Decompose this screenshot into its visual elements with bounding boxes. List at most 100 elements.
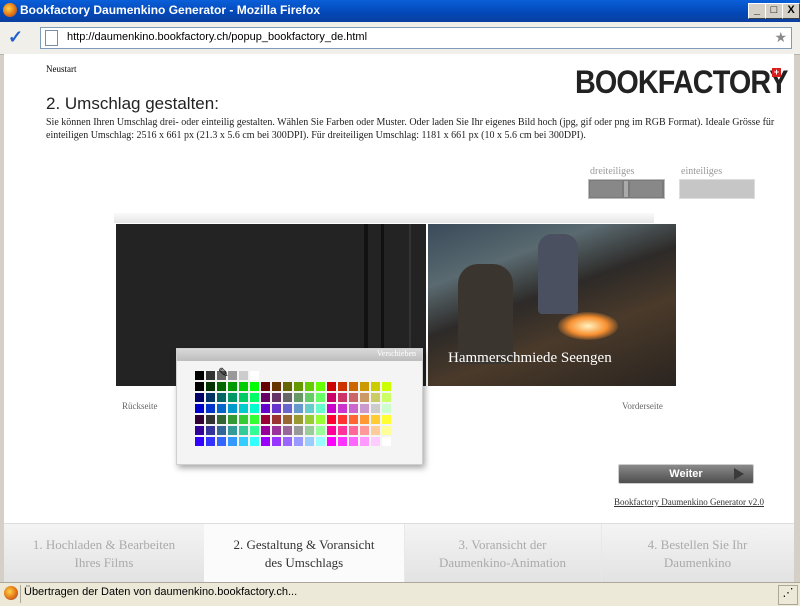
- step-tab-2[interactable]: 2. Gestaltung & Voransicht des Umschlags: [204, 524, 404, 582]
- color-swatch[interactable]: [195, 415, 204, 424]
- color-swatch[interactable]: [316, 426, 325, 435]
- color-swatch[interactable]: [349, 437, 358, 446]
- color-swatch[interactable]: [283, 382, 292, 391]
- color-swatch[interactable]: [382, 415, 391, 424]
- color-swatch[interactable]: [338, 426, 347, 435]
- resize-grip-icon[interactable]: ⋰: [778, 585, 798, 605]
- color-swatch[interactable]: [327, 404, 336, 413]
- color-swatch[interactable]: [228, 382, 237, 391]
- url-field[interactable]: http://daumenkino.bookfactory.ch/popup_b…: [40, 27, 792, 49]
- color-swatch[interactable]: [349, 404, 358, 413]
- color-swatch[interactable]: [349, 382, 358, 391]
- color-swatch[interactable]: [272, 382, 281, 391]
- color-swatch[interactable]: [206, 404, 215, 413]
- color-swatch[interactable]: [239, 404, 248, 413]
- color-picker-drag-bar[interactable]: Verschieben: [177, 349, 422, 361]
- color-swatch[interactable]: [261, 426, 270, 435]
- color-swatch[interactable]: [239, 437, 248, 446]
- color-swatch[interactable]: [382, 382, 391, 391]
- close-button[interactable]: X: [782, 3, 800, 19]
- minimize-button[interactable]: _: [748, 3, 766, 19]
- color-swatch[interactable]: [239, 371, 248, 380]
- color-swatch[interactable]: [217, 404, 226, 413]
- color-swatch[interactable]: [272, 426, 281, 435]
- color-swatch[interactable]: [305, 437, 314, 446]
- color-swatch[interactable]: [360, 426, 369, 435]
- color-swatch[interactable]: [195, 437, 204, 446]
- color-swatch[interactable]: [228, 371, 237, 380]
- color-swatch[interactable]: [338, 437, 347, 446]
- color-swatch[interactable]: [305, 426, 314, 435]
- color-swatch[interactable]: [283, 426, 292, 435]
- color-swatch[interactable]: [316, 382, 325, 391]
- color-swatch[interactable]: [206, 393, 215, 402]
- color-swatch[interactable]: [228, 415, 237, 424]
- color-swatch[interactable]: [206, 415, 215, 424]
- color-swatch[interactable]: [239, 382, 248, 391]
- color-swatch[interactable]: [382, 393, 391, 402]
- color-swatch[interactable]: [206, 382, 215, 391]
- color-swatch[interactable]: [195, 371, 204, 380]
- three-part-option-button[interactable]: [588, 179, 665, 199]
- color-swatch[interactable]: [217, 393, 226, 402]
- step-tab-1[interactable]: 1. Hochladen & Bearbeiten Ihres Films: [4, 524, 204, 582]
- color-swatch[interactable]: [283, 415, 292, 424]
- color-swatch[interactable]: [360, 437, 369, 446]
- color-swatch[interactable]: [195, 426, 204, 435]
- maximize-button[interactable]: □: [765, 3, 783, 19]
- color-swatch[interactable]: [283, 437, 292, 446]
- color-swatch[interactable]: [239, 415, 248, 424]
- color-swatch[interactable]: [371, 426, 380, 435]
- color-swatch[interactable]: [382, 426, 391, 435]
- color-swatch[interactable]: [217, 382, 226, 391]
- color-swatch[interactable]: [294, 382, 303, 391]
- color-swatch[interactable]: [261, 415, 270, 424]
- color-swatch[interactable]: [228, 437, 237, 446]
- color-swatch[interactable]: [294, 404, 303, 413]
- step-tab-4[interactable]: 4. Bestellen Sie Ihr Daumenkino: [601, 524, 794, 582]
- color-swatch[interactable]: [272, 437, 281, 446]
- color-swatch[interactable]: [272, 404, 281, 413]
- color-swatch[interactable]: [327, 437, 336, 446]
- color-swatch[interactable]: [272, 415, 281, 424]
- color-swatch[interactable]: [217, 415, 226, 424]
- color-swatch[interactable]: [294, 393, 303, 402]
- color-swatch[interactable]: [206, 426, 215, 435]
- color-swatch[interactable]: [371, 437, 380, 446]
- color-swatch[interactable]: [294, 415, 303, 424]
- color-swatch[interactable]: [217, 426, 226, 435]
- color-swatch[interactable]: [371, 382, 380, 391]
- version-link[interactable]: Bookfactory Daumenkino Generator v2.0: [614, 497, 764, 507]
- color-swatch[interactable]: [360, 404, 369, 413]
- color-swatch[interactable]: [250, 415, 259, 424]
- bookmark-star-icon[interactable]: ★: [774, 29, 787, 46]
- color-swatch[interactable]: [371, 404, 380, 413]
- color-swatch[interactable]: [228, 404, 237, 413]
- color-swatch[interactable]: [305, 415, 314, 424]
- color-swatch[interactable]: [239, 393, 248, 402]
- color-swatch[interactable]: [261, 382, 270, 391]
- color-swatch[interactable]: [305, 393, 314, 402]
- color-swatch[interactable]: [195, 382, 204, 391]
- color-swatch[interactable]: [382, 404, 391, 413]
- color-swatch[interactable]: [338, 393, 347, 402]
- color-swatch[interactable]: [206, 371, 215, 380]
- color-swatch[interactable]: [349, 393, 358, 402]
- color-swatch[interactable]: [294, 426, 303, 435]
- color-swatch[interactable]: [382, 437, 391, 446]
- color-swatch[interactable]: [228, 426, 237, 435]
- color-swatch[interactable]: [217, 437, 226, 446]
- color-swatch[interactable]: [283, 393, 292, 402]
- color-swatch[interactable]: [316, 404, 325, 413]
- color-swatch[interactable]: [327, 415, 336, 424]
- color-swatch[interactable]: [305, 382, 314, 391]
- color-swatch[interactable]: [261, 437, 270, 446]
- color-swatch[interactable]: [305, 404, 314, 413]
- color-swatch[interactable]: [195, 404, 204, 413]
- color-swatch[interactable]: [360, 415, 369, 424]
- one-part-option-button[interactable]: [679, 179, 755, 199]
- color-swatch[interactable]: [349, 415, 358, 424]
- color-swatch[interactable]: [316, 415, 325, 424]
- color-swatch[interactable]: [360, 382, 369, 391]
- color-swatch[interactable]: [338, 382, 347, 391]
